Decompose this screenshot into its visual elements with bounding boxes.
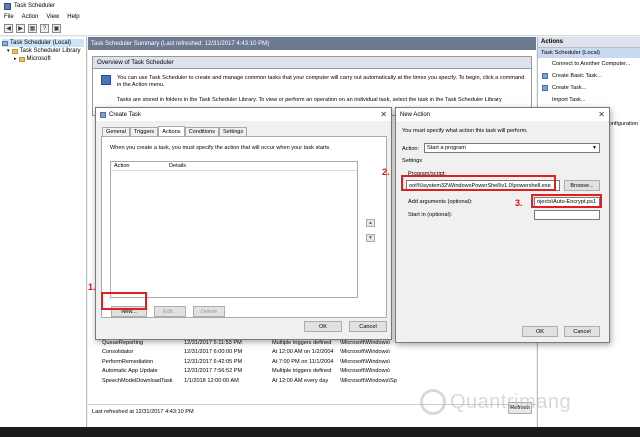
summary-header: Task Scheduler Summary (Last refreshed: … xyxy=(88,37,536,50)
table-row[interactable]: Automatic App Update 12/31/2017 7:56:52 P… xyxy=(92,367,532,377)
clock-icon xyxy=(100,111,106,118)
dialog-titlebar: Create Task ✕ xyxy=(96,108,391,121)
action-select[interactable]: Start a program ▼ xyxy=(424,143,600,153)
clock-icon xyxy=(2,40,8,46)
table-row[interactable]: Consolidator 12/31/2017 6:00:00 PM At 12:0… xyxy=(92,348,532,358)
window-title: Task Scheduler xyxy=(14,3,56,9)
dialog-title: Create Task xyxy=(109,111,141,118)
dialog-title: New Action xyxy=(400,111,431,118)
tree-item-label: Microsoft xyxy=(26,56,51,62)
move-down-icon[interactable]: ▼ xyxy=(366,234,375,242)
folder-icon xyxy=(18,56,25,62)
arguments-label: Add arguments (optional): xyxy=(408,199,473,205)
properties-icon[interactable]: ▣ xyxy=(52,24,61,33)
window-titlebar: Task Scheduler xyxy=(0,0,640,12)
help-icon[interactable]: ? xyxy=(40,24,49,33)
back-icon[interactable]: ◀ xyxy=(4,24,13,33)
tab-triggers[interactable]: Triggers xyxy=(129,127,159,136)
scheduler-icon xyxy=(101,75,111,85)
folder-icon xyxy=(11,48,18,54)
action-create-task[interactable]: Create Task... xyxy=(538,82,640,94)
forward-icon[interactable]: ▶ xyxy=(16,24,25,33)
instruction-text: You must specify what action this task w… xyxy=(402,128,528,134)
callout-label-1: 1. xyxy=(88,282,96,292)
action-label: Action: xyxy=(402,146,420,152)
menu-help[interactable]: Help xyxy=(67,14,79,20)
tab-settings[interactable]: Settings xyxy=(219,127,248,136)
cancel-button[interactable]: Cancel xyxy=(349,321,387,332)
new-action-dialog: New Action ✕ You must specify what actio… xyxy=(395,107,610,343)
callout-box-new xyxy=(101,292,147,310)
actions-section-local[interactable]: Task Scheduler (Local) xyxy=(538,48,640,58)
action-connect[interactable]: Connect to Another Computer... xyxy=(538,58,640,70)
table-row[interactable]: PerformRemediation 12/31/2017 6:42:05 PM A… xyxy=(92,357,532,367)
expand-icon[interactable]: ▾ xyxy=(7,48,10,54)
action-create-basic[interactable]: Create Basic Task... xyxy=(538,70,640,82)
watermark-text: Quantrimang xyxy=(450,390,572,413)
tree-item-local[interactable]: Task Scheduler (Local) xyxy=(2,39,84,47)
edit-action-button[interactable]: Edit... xyxy=(154,306,186,317)
watermark-logo-icon xyxy=(420,389,446,415)
chevron-down-icon: ▼ xyxy=(592,145,597,151)
tab-actions[interactable]: Actions xyxy=(158,126,185,136)
tab-general[interactable]: General xyxy=(102,127,130,136)
column-details[interactable]: Details xyxy=(169,163,186,169)
toolbar: ◀ ▶ ▦ ? ▣ xyxy=(0,22,640,36)
browse-button[interactable]: Browse... xyxy=(564,180,600,191)
action-import[interactable]: Import Task... xyxy=(538,94,640,106)
watermark: Quantrimang xyxy=(420,382,635,422)
tree-item-label: Task Scheduler Library xyxy=(19,48,81,54)
menu-file[interactable]: File xyxy=(4,14,14,20)
last-refreshed-text: Last refreshed at 12/31/2017 4:43:10 PM xyxy=(92,408,194,415)
task-icon xyxy=(542,73,548,79)
overview-text: You can use Task Scheduler to create and… xyxy=(117,75,525,88)
table-header: Action Details xyxy=(111,162,357,171)
menu-bar: File Action View Help xyxy=(0,12,640,22)
tree-item-label: Task Scheduler (Local) xyxy=(10,40,72,46)
actions-header: Actions xyxy=(538,37,640,48)
move-up-icon[interactable]: ▲ xyxy=(366,219,375,227)
ok-button[interactable]: OK xyxy=(304,321,342,332)
callout-label-3: 3. xyxy=(515,198,523,208)
tree-item-microsoft[interactable]: ▸ Microsoft xyxy=(2,55,84,63)
column-action[interactable]: Action xyxy=(111,163,169,169)
task-icon xyxy=(542,85,548,91)
ok-button[interactable]: OK xyxy=(522,326,558,337)
action-select-value: Start a program xyxy=(427,145,466,151)
start-in-input[interactable] xyxy=(534,210,600,220)
cancel-button[interactable]: Cancel xyxy=(564,326,600,337)
dialog-titlebar: New Action ✕ xyxy=(396,108,609,121)
task-scheduler-app-icon xyxy=(4,2,11,10)
tab-conditions[interactable]: Conditions xyxy=(184,127,219,136)
actions-table[interactable]: Action Details xyxy=(110,161,358,298)
close-icon[interactable]: ✕ xyxy=(380,110,387,119)
close-icon[interactable]: ✕ xyxy=(598,110,605,119)
overview-text-2: Tasks are stored in folders in the Task … xyxy=(117,97,502,103)
collapse-icon[interactable]: ▸ xyxy=(14,56,17,62)
overview-title[interactable]: Overview of Task Scheduler xyxy=(93,57,531,69)
callout-label-2: 2. xyxy=(382,167,390,177)
console-tree-icon[interactable]: ▦ xyxy=(28,24,37,33)
tree-item-library[interactable]: ▾ Task Scheduler Library xyxy=(2,47,84,55)
callout-box-program xyxy=(401,175,556,191)
settings-label: Settings xyxy=(402,158,423,164)
callout-box-arguments xyxy=(531,194,602,208)
tab-strip: General Triggers Actions Conditions Sett… xyxy=(102,126,248,136)
menu-action[interactable]: Action xyxy=(22,14,39,20)
delete-action-button[interactable]: Delete xyxy=(193,306,225,317)
taskbar-strip xyxy=(0,427,640,437)
menu-view[interactable]: View xyxy=(46,14,59,20)
actions-hint: When you create a task, you must specify… xyxy=(110,145,331,151)
console-tree: Task Scheduler (Local) ▾ Task Scheduler … xyxy=(0,37,87,437)
actions-tab-panel: When you create a task, you must specify… xyxy=(101,136,387,318)
start-in-label: Start in (optional): xyxy=(408,212,453,218)
